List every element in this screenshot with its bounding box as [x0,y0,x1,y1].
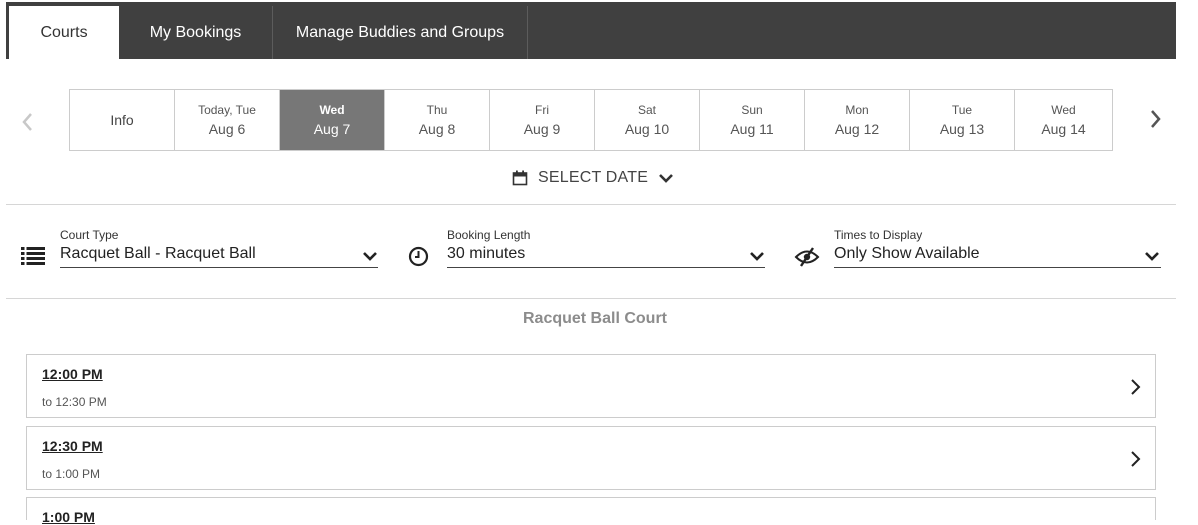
slot-start-time: 12:30 PM [42,438,103,454]
booking-length-select[interactable]: Booking Length 30 minutes [447,228,767,272]
chevron-left-icon [22,113,32,131]
day-of-week: Sun [741,102,763,117]
chevron-down-icon [363,252,377,261]
next-dates-button[interactable] [1144,105,1168,133]
divider [6,204,1176,205]
date-tab[interactable]: Thu Aug 8 [385,90,490,150]
chevron-right-icon [1131,451,1141,467]
slot-end-time: to 12:30 PM [42,395,107,409]
chevron-right-icon [1151,110,1161,128]
divider [6,298,1176,299]
day-month: Aug 9 [523,120,561,137]
select-date-button[interactable]: SELECT DATE [512,166,674,190]
day-of-week: Fri [535,102,549,117]
time-slot[interactable]: 1:00 PM [26,497,1156,525]
day-of-week: Tue [951,102,973,117]
slot-end-time: to 1:00 PM [42,467,101,481]
date-strip: Info Today, Tue Aug 6 Wed Aug 7 Thu Aug 8 F… [69,89,1113,151]
date-tab[interactable]: Mon Aug 12 [805,90,910,150]
day-month: Aug 13 [939,120,985,137]
select-underline [60,267,378,268]
date-tab[interactable]: Fri Aug 9 [490,90,595,150]
day-of-week: Wed [319,102,345,117]
chevron-down-icon [659,174,674,183]
day-month: Aug 11 [730,120,774,137]
select-underline [834,267,1161,268]
chevron-right-icon [1131,379,1141,395]
date-tab[interactable]: Today, Tue Aug 6 [175,90,280,150]
court-title: Racquet Ball Court [522,310,667,327]
court-type-value: Racquet Ball - Racquet Ball [60,245,256,262]
select-underline [447,267,765,268]
tab-manage-buddies-groups[interactable]: Manage Buddies and Groups [273,6,527,59]
day-month: Aug 12 [834,120,880,137]
tab-separator [527,6,528,59]
court-type-label: Court Type [60,228,119,242]
date-tab[interactable]: Sun Aug 11 [700,90,805,150]
day-of-week: Wed [1051,102,1076,117]
day-month: Aug 7 [313,120,351,137]
info-tab[interactable]: Info [70,90,175,150]
date-tab[interactable]: Wed Aug 14 [1015,90,1113,150]
eye-slash-icon [794,247,820,267]
prev-dates-button[interactable] [15,108,39,136]
tab-my-bookings[interactable]: My Bookings [119,6,272,59]
tab-courts[interactable]: Courts [9,6,119,59]
times-to-display-label: Times to Display [834,228,923,242]
chevron-down-icon [1145,252,1159,261]
day-month: Aug 8 [418,120,456,137]
booking-length-label: Booking Length [447,228,531,242]
booking-length-value: 30 minutes [447,245,526,262]
date-tab[interactable]: Tue Aug 13 [910,90,1015,150]
calendar-icon [512,170,528,186]
day-of-week: Mon [845,102,869,117]
clock-icon [408,246,429,267]
day-of-week: Today, Tue [198,102,256,117]
time-slot[interactable]: 12:00 PM to 12:30 PM [26,354,1156,418]
select-date-label: SELECT DATE [538,169,649,186]
day-month: Aug 6 [208,120,246,137]
slot-start-time: 12:00 PM [42,366,103,382]
top-tab-bar: Courts My Bookings Manage Buddies and Gr… [6,2,1176,59]
date-tab[interactable]: Sat Aug 10 [595,90,700,150]
date-tab-selected[interactable]: Wed Aug 7 [280,90,385,150]
court-type-select[interactable]: Court Type Racquet Ball - Racquet Ball [60,228,380,272]
day-month: Aug 10 [624,120,670,137]
times-to-display-select[interactable]: Times to Display Only Show Available [834,228,1164,272]
times-to-display-value: Only Show Available [834,245,980,262]
chevron-down-icon [750,252,764,261]
list-icon [21,247,45,265]
day-of-week: Thu [426,102,448,117]
day-month: Aug 14 [1041,120,1086,137]
time-slot[interactable]: 12:30 PM to 1:00 PM [26,426,1156,490]
day-of-week: Sat [637,102,656,117]
slot-start-time: 1:00 PM [42,509,95,525]
